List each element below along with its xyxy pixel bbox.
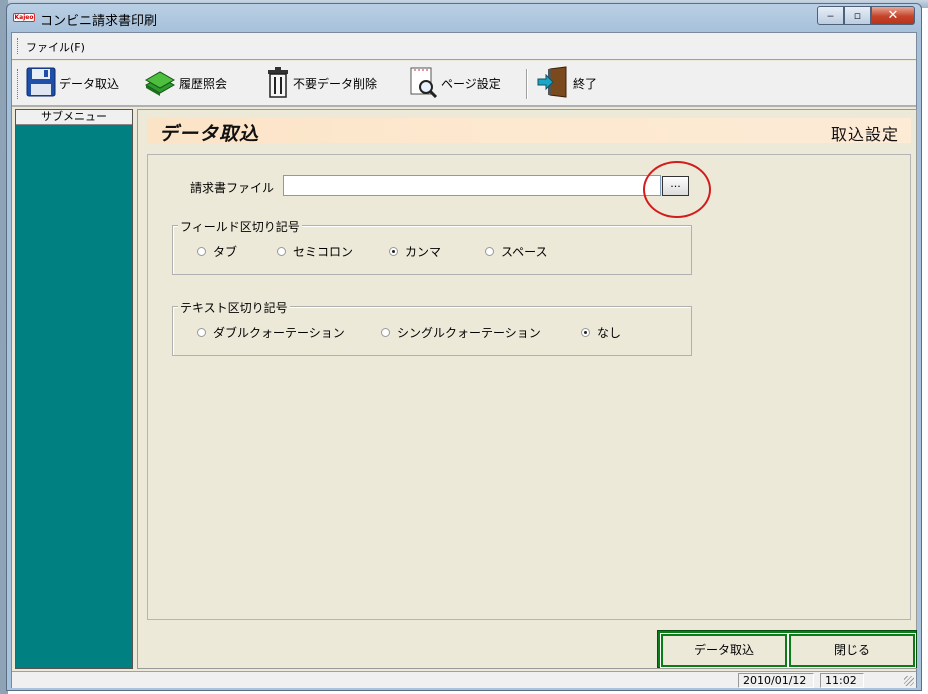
toolbar: データ取込 履歴照会 不要データ削除 ページ設定 終了 <box>12 61 916 107</box>
status-bar: 2010/01/12 11:02 <box>12 671 916 688</box>
status-time: 11:02 <box>820 673 864 688</box>
radio-comma-indicator <box>389 247 398 256</box>
toolbar-history-button[interactable]: 履歴照会 <box>144 66 227 100</box>
floppy-disk-icon <box>26 67 56 100</box>
text-separator-group: テキスト区切り記号 ダブルクォーテーション シングルクォーテーション なし <box>172 299 692 356</box>
client-area: ファイル(F) データ取込 履歴照会 不要データ削除 ページ設定 終了 サブメニ… <box>11 32 917 688</box>
window-title: コンビニ請求書印刷 <box>40 14 158 29</box>
radio-semicolon[interactable]: セミコロン <box>277 243 353 260</box>
radio-none-label: なし <box>597 326 622 340</box>
menu-grip-handle[interactable] <box>17 38 20 54</box>
stacked-books-icon <box>144 67 176 100</box>
radio-none-indicator <box>581 328 590 337</box>
field-separator-title: フィールド区切り記号 <box>178 218 302 235</box>
toolbar-delete-button[interactable]: 不要データ削除 <box>266 66 377 100</box>
radio-single-quote-label: シングルクォーテーション <box>397 326 541 340</box>
caption-buttons: ‒ ▫ ✕ <box>817 6 915 25</box>
toolbar-history-label: 履歴照会 <box>179 76 228 91</box>
text-separator-title: テキスト区切り記号 <box>178 299 290 316</box>
invoice-file-input[interactable] <box>283 175 661 196</box>
radio-space[interactable]: スペース <box>485 243 548 260</box>
menu-file[interactable]: ファイル(F) <box>26 39 85 55</box>
exit-door-icon <box>536 65 570 101</box>
radio-double-quote-label: ダブルクォーテーション <box>213 326 345 340</box>
toolbar-exit-button[interactable]: 終了 <box>536 65 598 101</box>
radio-double-quote-indicator <box>197 328 206 337</box>
radio-space-label: スペース <box>501 245 548 259</box>
toolbar-import-button[interactable]: データ取込 <box>26 66 119 100</box>
toolbar-delete-label: 不要データ削除 <box>293 76 378 91</box>
radio-double-quote[interactable]: ダブルクォーテーション <box>197 324 345 341</box>
highlight-circle-annotation <box>643 161 711 218</box>
toolbar-grip-handle[interactable] <box>17 69 20 99</box>
radio-tab[interactable]: タブ <box>197 243 237 260</box>
sidebar-header: サブメニュー <box>16 110 132 125</box>
maximize-button[interactable]: ▫ <box>844 6 871 25</box>
toolbar-exit-label: 終了 <box>573 76 598 91</box>
radio-space-indicator <box>485 247 494 256</box>
status-date: 2010/01/12 <box>738 673 814 688</box>
radio-comma-label: カンマ <box>405 245 442 259</box>
page-subtitle: 取込設定 <box>830 125 899 144</box>
title-bar[interactable]: Kajeo コンビニ請求書印刷 ‒ ▫ ✕ <box>7 4 921 32</box>
radio-semicolon-indicator <box>277 247 286 256</box>
toolbar-import-label: データ取込 <box>59 76 120 91</box>
page-header: データ取込 取込設定 <box>147 118 911 145</box>
close-button[interactable]: 閉じる <box>788 633 916 668</box>
close-window-button[interactable]: ✕ <box>871 6 915 25</box>
menu-bar: ファイル(F) <box>12 33 916 60</box>
minimize-button[interactable]: ‒ <box>817 6 844 25</box>
app-window: Kajeo コンビニ請求書印刷 ‒ ▫ ✕ ファイル(F) データ取込 履歴照会… <box>6 3 922 691</box>
radio-single-quote[interactable]: シングルクォーテーション <box>381 324 541 341</box>
app-logo-icon: Kajeo <box>13 13 35 22</box>
radio-none[interactable]: なし <box>581 324 621 341</box>
resize-grip-icon[interactable] <box>904 676 914 686</box>
page-title: データ取込 <box>159 123 260 145</box>
import-button[interactable]: データ取込 <box>660 633 788 668</box>
toolbar-page-setup-label: ページ設定 <box>441 76 501 91</box>
main-panel: データ取込 取込設定 請求書ファイル ... フィールド区切り記号 タブ セミコ <box>137 109 917 669</box>
radio-semicolon-label: セミコロン <box>293 245 354 259</box>
toolbar-separator <box>526 69 528 99</box>
radio-tab-label: タブ <box>213 245 238 259</box>
radio-comma[interactable]: カンマ <box>389 243 441 260</box>
toolbar-page-setup-button[interactable]: ページ設定 <box>408 66 501 100</box>
radio-single-quote-indicator <box>381 328 390 337</box>
radio-tab-indicator <box>197 247 206 256</box>
invoice-file-label: 請求書ファイル <box>190 181 275 195</box>
field-separator-group: フィールド区切り記号 タブ セミコロン カンマ スペース <box>172 218 692 275</box>
trash-can-icon <box>266 66 290 101</box>
page-magnifier-icon <box>408 66 438 101</box>
submenu-sidebar: サブメニュー <box>15 109 133 669</box>
action-button-bar: データ取込 閉じる <box>657 630 917 668</box>
import-settings-panel: 請求書ファイル ... フィールド区切り記号 タブ セミコロン カンマ スペース… <box>147 154 911 620</box>
